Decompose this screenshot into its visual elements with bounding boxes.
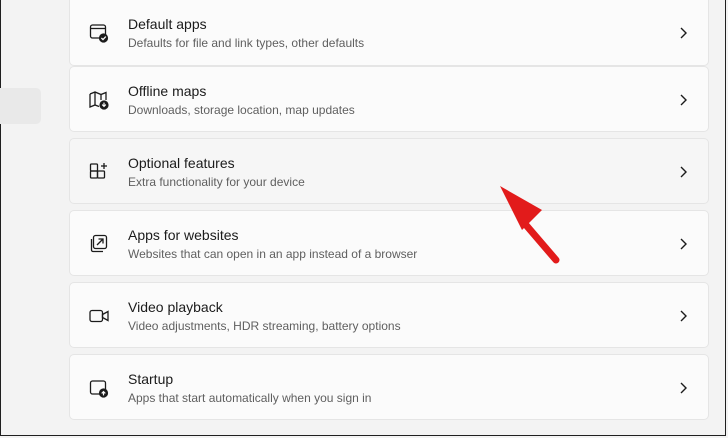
settings-item-subtitle: Apps that start automatically when you s… xyxy=(128,391,372,405)
default-apps-icon xyxy=(88,22,110,44)
video-playback-icon xyxy=(88,305,110,327)
chevron-right-icon xyxy=(678,93,688,107)
chevron-right-icon xyxy=(678,381,688,395)
settings-item-offline-maps[interactable]: Offline maps Downloads, storage location… xyxy=(69,66,709,132)
sidebar-selected-item[interactable] xyxy=(0,88,41,124)
chevron-right-icon xyxy=(678,26,688,40)
settings-item-title: Default apps xyxy=(128,16,207,32)
annotation-arrow-icon xyxy=(500,186,560,264)
settings-item-title: Apps for websites xyxy=(128,227,239,243)
chevron-right-icon xyxy=(678,237,688,251)
settings-item-startup[interactable]: Startup Apps that start automatically wh… xyxy=(69,354,709,420)
settings-item-apps-for-websites[interactable]: Apps for websites Websites that can open… xyxy=(69,210,709,276)
settings-item-title: Startup xyxy=(128,371,174,387)
settings-item-title: Video playback xyxy=(128,299,223,315)
settings-item-subtitle: Websites that can open in an app instead… xyxy=(128,247,418,261)
chevron-right-icon xyxy=(678,165,688,179)
startup-icon xyxy=(88,377,110,399)
settings-item-title: Optional features xyxy=(128,155,235,171)
apps-for-websites-icon xyxy=(88,233,110,255)
chevron-right-icon xyxy=(678,309,688,323)
settings-item-subtitle: Video adjustments, HDR streaming, batter… xyxy=(128,319,401,333)
settings-item-default-apps[interactable]: Default apps Defaults for file and link … xyxy=(69,0,709,66)
settings-item-optional-features[interactable]: Optional features Extra functionality fo… xyxy=(69,138,709,204)
settings-item-subtitle: Defaults for file and link types, other … xyxy=(128,36,365,50)
offline-maps-icon xyxy=(88,89,110,111)
settings-item-subtitle: Extra functionality for your device xyxy=(128,175,305,189)
optional-features-icon xyxy=(88,161,110,183)
settings-item-video-playback[interactable]: Video playback Video adjustments, HDR st… xyxy=(69,282,709,348)
settings-item-title: Offline maps xyxy=(128,83,207,99)
settings-item-subtitle: Downloads, storage location, map updates xyxy=(128,103,355,117)
